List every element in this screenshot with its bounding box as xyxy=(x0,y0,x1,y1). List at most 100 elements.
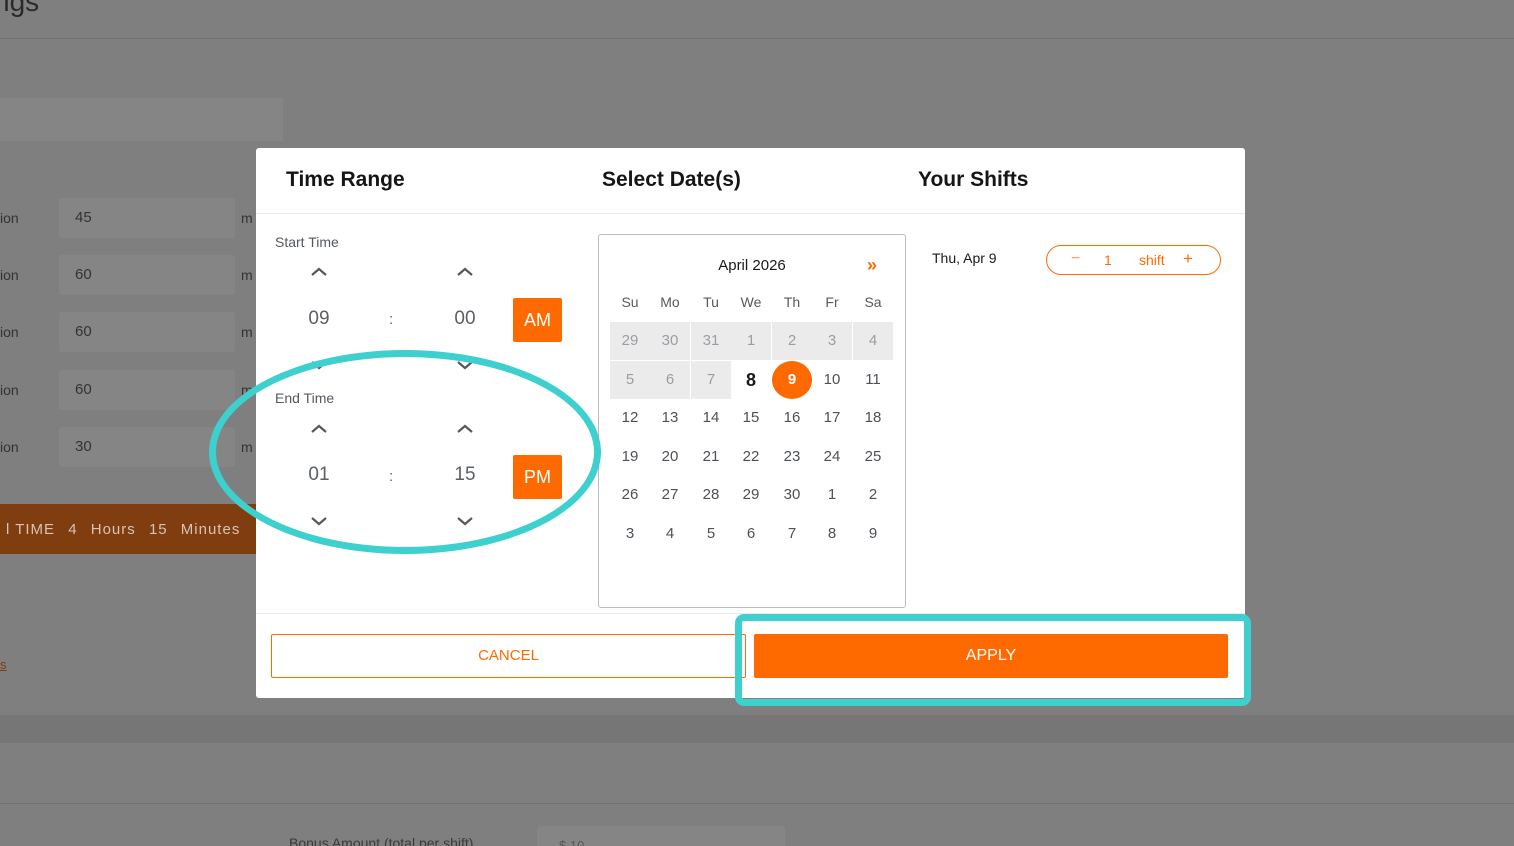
duration-value: 60 xyxy=(75,323,92,340)
end-hour-value[interactable]: 01 xyxy=(299,464,339,486)
select-dates-heading: Select Date(s) xyxy=(602,168,741,191)
total-time-label: l TIME xyxy=(6,521,56,538)
calendar-day[interactable]: 16 xyxy=(772,399,812,437)
end-am-pm-toggle[interactable]: PM xyxy=(513,455,562,499)
duration-value: 45 xyxy=(75,209,92,226)
calendar-day[interactable]: 30 xyxy=(772,476,812,514)
calendar-day-selected[interactable]: 9 xyxy=(772,361,812,399)
calendar-month-label: April 2026 xyxy=(718,257,786,274)
calendar-day[interactable]: 15 xyxy=(731,399,771,437)
your-shifts-heading: Your Shifts xyxy=(918,168,1029,191)
start-minute-down-chevron-icon[interactable] xyxy=(454,358,476,372)
start-hour-value[interactable]: 09 xyxy=(299,308,339,330)
bonus-amount-label: Bonus Amount (total per shift) xyxy=(289,835,474,846)
increment-shift-button[interactable]: + xyxy=(1183,249,1193,269)
weekday-header: We xyxy=(740,294,762,310)
calendar-day[interactable]: 6 xyxy=(731,515,771,553)
calendar-day[interactable]: 24 xyxy=(812,438,852,476)
calendar-day: 5 xyxy=(610,361,650,399)
start-am-pm-toggle[interactable]: AM xyxy=(513,298,562,342)
duration-unit: m xyxy=(241,439,253,455)
cancel-button[interactable]: CANCEL xyxy=(271,634,746,678)
calendar-day[interactable]: 9 xyxy=(853,515,893,553)
page-title: ngs xyxy=(0,0,40,17)
total-hours-label: Hours xyxy=(90,521,136,538)
calendar-day[interactable]: 8 xyxy=(731,361,771,399)
duration-row: ion 60 m xyxy=(0,255,260,295)
calendar-day[interactable]: 8 xyxy=(812,515,852,553)
end-hour-up-chevron-icon[interactable] xyxy=(308,422,330,436)
calendar-day[interactable]: 2 xyxy=(853,476,893,514)
start-hour-down-chevron-icon[interactable] xyxy=(308,358,330,372)
calendar-day[interactable]: 23 xyxy=(772,438,812,476)
calendar-day[interactable]: 7 xyxy=(772,515,812,553)
duration-unit: m xyxy=(241,267,253,283)
calendar-day[interactable]: 28 xyxy=(691,476,731,514)
time-range-heading: Time Range xyxy=(286,168,405,191)
calendar-day: 2 xyxy=(772,322,812,360)
shift-date-label: Thu, Apr 9 xyxy=(932,250,997,266)
total-hours-value: 4 xyxy=(68,521,78,538)
end-minute-up-chevron-icon[interactable] xyxy=(454,422,476,436)
calendar-day[interactable]: 5 xyxy=(691,515,731,553)
start-hour-up-chevron-icon[interactable] xyxy=(308,265,330,279)
date-picker-calendar: April 2026 » Su Mo Tu We Th Fr Sa 29 30 31 1 2 3 4 5 6 7… xyxy=(598,234,906,608)
calendar-day[interactable]: 4 xyxy=(650,515,690,553)
calendar-day[interactable]: 21 xyxy=(691,438,731,476)
footer-divider xyxy=(256,613,1245,614)
duration-unit: m xyxy=(241,324,253,340)
calendar-day[interactable]: 29 xyxy=(731,476,771,514)
search-field[interactable] xyxy=(0,98,283,141)
start-time-separator: : xyxy=(389,311,394,328)
calendar-day: 1 xyxy=(731,322,771,360)
calendar-day[interactable]: 12 xyxy=(610,399,650,437)
weekday-header: Mo xyxy=(660,294,680,310)
calendar-day: 3 xyxy=(812,322,852,360)
duration-row: ion 45 m xyxy=(0,198,260,238)
end-minute-down-chevron-icon[interactable] xyxy=(454,514,476,528)
apply-button[interactable]: APPLY xyxy=(754,634,1228,678)
selected-day-number: 9 xyxy=(787,371,797,388)
calendar-day[interactable]: 26 xyxy=(610,476,650,514)
calendar-day: 30 xyxy=(650,322,690,360)
bonus-amount-input[interactable]: $ 10 xyxy=(537,826,785,846)
calendar-day[interactable]: 17 xyxy=(812,399,852,437)
calendar-day: 29 xyxy=(610,322,650,360)
duration-value: 30 xyxy=(75,438,92,455)
calendar-day[interactable]: 3 xyxy=(610,515,650,553)
calendar-day[interactable]: 20 xyxy=(650,438,690,476)
total-minutes-label: Minutes xyxy=(180,521,241,538)
duration-label: ion xyxy=(0,324,19,340)
calendar-day[interactable]: 14 xyxy=(691,399,731,437)
calendar-day[interactable]: 22 xyxy=(731,438,771,476)
next-month-icon[interactable]: » xyxy=(867,255,877,276)
background-link[interactable]: s xyxy=(0,657,7,672)
calendar-day: 4 xyxy=(853,322,893,360)
duration-label: ion xyxy=(0,210,19,226)
calendar-day[interactable]: 10 xyxy=(812,361,852,399)
dialog-header: Time Range Select Date(s) Your Shifts xyxy=(256,148,1245,214)
calendar-day[interactable]: 13 xyxy=(650,399,690,437)
shift-dialog: Time Range Select Date(s) Your Shifts St… xyxy=(256,148,1245,698)
calendar-day[interactable]: 19 xyxy=(610,438,650,476)
calendar-day: 6 xyxy=(650,361,690,399)
decrement-shift-button[interactable]: − xyxy=(1071,250,1080,268)
start-minute-up-chevron-icon[interactable] xyxy=(454,265,476,279)
end-minute-value[interactable]: 15 xyxy=(445,464,485,486)
duration-value: 60 xyxy=(75,381,92,398)
start-minute-value[interactable]: 00 xyxy=(445,308,485,330)
calendar-day[interactable]: 25 xyxy=(853,438,893,476)
duration-value: 60 xyxy=(75,266,92,283)
calendar-day[interactable]: 11 xyxy=(853,361,893,399)
start-time-label: Start Time xyxy=(275,234,339,250)
end-time-separator: : xyxy=(389,468,394,485)
duration-row: ion 60 m xyxy=(0,312,260,352)
calendar-day[interactable]: 1 xyxy=(812,476,852,514)
weekday-header: Su xyxy=(621,294,639,310)
calendar-day[interactable]: 18 xyxy=(853,399,893,437)
duration-unit: m xyxy=(241,210,253,226)
end-hour-down-chevron-icon[interactable] xyxy=(308,514,330,528)
shift-count-value: 1 xyxy=(1104,252,1112,268)
weekday-header: Sa xyxy=(864,294,882,310)
calendar-day[interactable]: 27 xyxy=(650,476,690,514)
